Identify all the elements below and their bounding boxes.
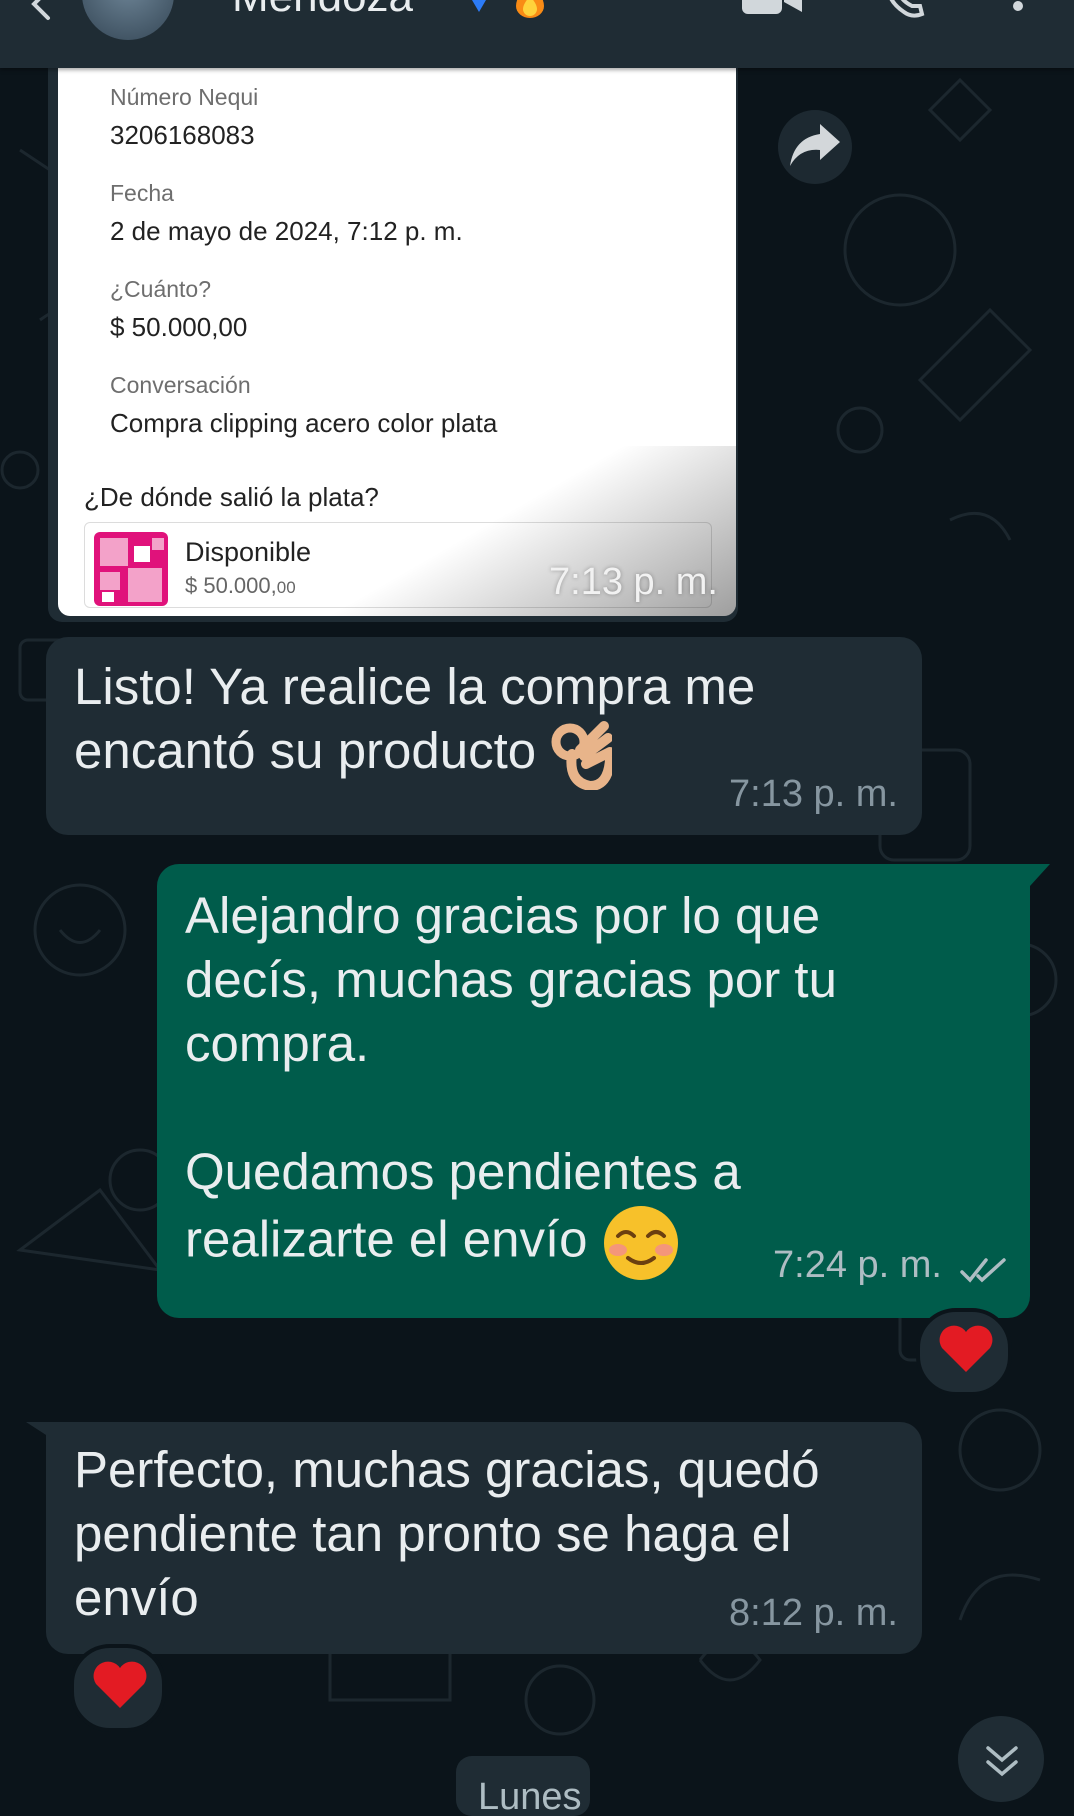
message-timestamp: 7:24 p. m. — [773, 1244, 942, 1286]
heart-emoji-icon — [93, 1661, 147, 1708]
receipt-source-question: ¿De dónde salió la plata? — [84, 482, 379, 512]
contact-name[interactable]: Mendoza — [232, 0, 413, 22]
more-vertical-icon[interactable] — [1008, 0, 1028, 18]
receipt-label-nequi: Número Nequi — [110, 84, 259, 110]
receipt-value-nequi: 3206168083 — [110, 120, 255, 150]
date-separator: Lunes — [456, 1756, 590, 1816]
receipt-account-name: Disponible — [185, 537, 312, 567]
payment-receipt-image[interactable]: Número Nequi 3206168083 Fecha 2 de mayo … — [48, 58, 738, 622]
receipt-value-date: 2 de mayo de 2024, 7:12 p. m. — [110, 216, 463, 246]
message-text: Alejandro gracias por lo que decís, much… — [185, 884, 837, 1282]
receipt-label-conversation: Conversación — [110, 372, 251, 398]
incoming-message[interactable]: Listo! Ya realice la compra me encantó s… — [46, 637, 922, 835]
chat-header: Mendoza — [0, 0, 1074, 68]
receipt-account-amount: $ 50.000,00 — [185, 573, 296, 598]
receipt-label-amount: ¿Cuánto? — [110, 276, 212, 302]
back-arrow-icon[interactable] — [22, 0, 62, 24]
heart-emoji-icon — [939, 1325, 993, 1372]
smiling-face-emoji-icon — [603, 1206, 678, 1280]
verified-badge-icon — [472, 0, 486, 12]
phone-call-icon[interactable] — [882, 0, 926, 18]
message-timestamp: 8:12 p. m. — [729, 1592, 898, 1634]
bubble-tail — [1016, 864, 1050, 886]
double-chevron-down-icon — [986, 1746, 1018, 1777]
read-receipt-icon — [960, 1258, 1006, 1283]
video-call-icon[interactable] — [740, 0, 804, 16]
ok-hand-emoji-icon — [551, 720, 613, 790]
message-text: Listo! Ya realice la compra me encantó s… — [74, 655, 755, 790]
reaction-badge[interactable] — [70, 1644, 166, 1732]
message-text: Perfecto, muchas gracias, quedó pendient… — [74, 1441, 820, 1626]
incoming-message[interactable]: Perfecto, muchas gracias, quedó pendient… — [26, 1422, 922, 1654]
message-timestamp: 7:13 p. m. — [729, 773, 898, 815]
reaction-badge[interactable] — [916, 1308, 1012, 1396]
contact-avatar[interactable] — [82, 0, 174, 40]
message-timestamp: 7:13 p. m. — [549, 561, 718, 603]
forward-arrow-icon — [790, 124, 840, 166]
fire-emoji-icon — [516, 0, 544, 18]
receipt-value-amount: $ 50.000,00 — [110, 312, 248, 342]
bubble-tail — [26, 1422, 60, 1444]
receipt-label-date: Fecha — [110, 180, 174, 206]
forward-button[interactable] — [778, 110, 852, 184]
nequi-logo-icon — [94, 532, 168, 606]
outgoing-message[interactable]: Alejandro gracias por lo que decís, much… — [157, 864, 1050, 1318]
scroll-to-bottom-button[interactable] — [958, 1716, 1044, 1802]
receipt-card: Número Nequi 3206168083 Fecha 2 de mayo … — [58, 58, 736, 616]
receipt-value-conversation: Compra clipping acero color plata — [110, 408, 498, 438]
